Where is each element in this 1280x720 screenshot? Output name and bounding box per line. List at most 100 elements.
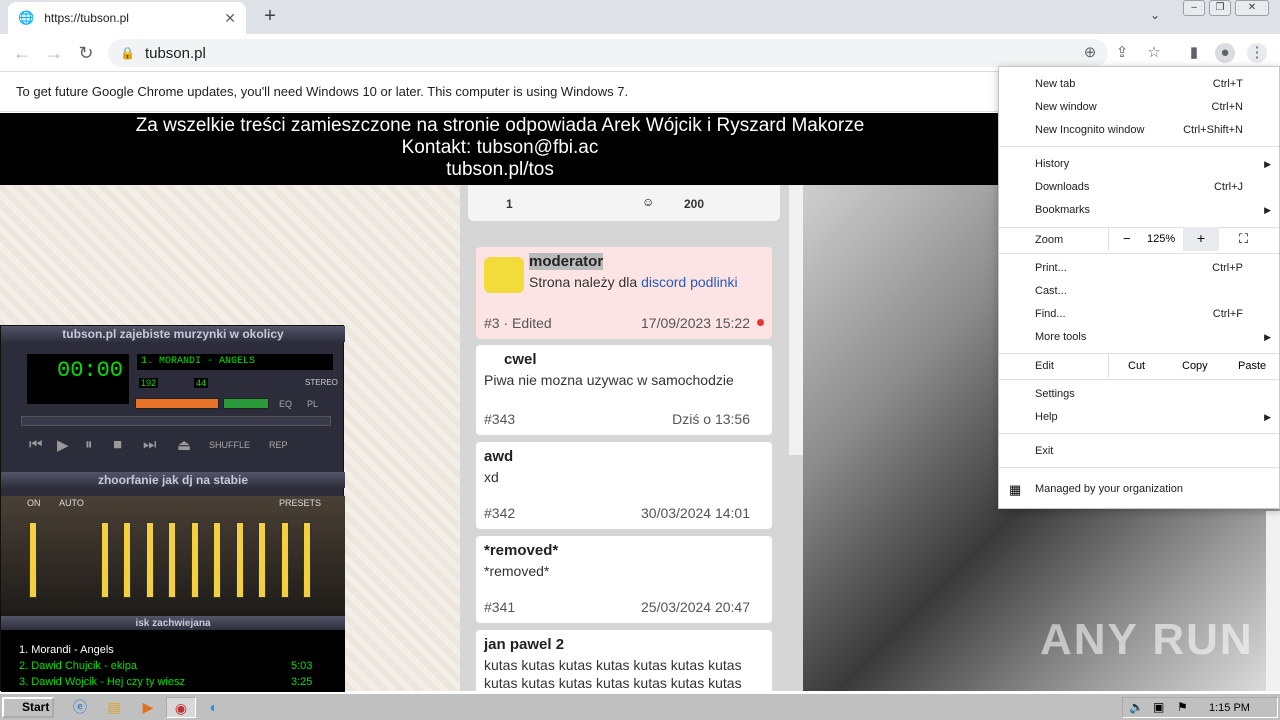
balance-slider[interactable] [223, 398, 269, 409]
post-index: #343 [484, 411, 516, 427]
eject-button[interactable]: ⏏ [177, 436, 191, 454]
post-author[interactable]: awd [484, 448, 513, 465]
post-index: #342 [484, 505, 516, 521]
menu-exit[interactable]: Exit [1035, 445, 1053, 457]
eq-band-slider[interactable] [258, 522, 266, 598]
volume-icon[interactable]: 🔈 [1129, 700, 1144, 714]
prev-button[interactable]: ⏮ [29, 436, 43, 453]
flag-icon[interactable]: ⚑ [1177, 700, 1188, 714]
cut-button[interactable]: Cut [1128, 360, 1145, 372]
menu-edit: Edit [1035, 360, 1054, 372]
zoom-out-button[interactable]: − [1123, 231, 1131, 246]
playlist-item[interactable]: 1. Morandi - Angels [19, 644, 114, 656]
chrome-icon[interactable]: ◉ [166, 697, 196, 718]
copy-button[interactable]: Copy [1182, 360, 1208, 372]
next-button[interactable]: ⏭ [143, 436, 157, 453]
page-scrollbar[interactable] [789, 185, 803, 455]
network-icon[interactable]: ▣ [1153, 700, 1164, 714]
close-window-button[interactable]: ✕ [1235, 0, 1269, 16]
top-card-footer: 1 ☺ 200 [468, 185, 780, 221]
eq-band-slider[interactable] [281, 522, 289, 598]
menu-kebab-icon[interactable]: ⋮ [1247, 43, 1267, 63]
eq-band-slider[interactable] [168, 522, 176, 598]
fullscreen-icon[interactable]: ⛶ [1239, 231, 1248, 247]
avatar [484, 257, 524, 293]
playlist-item-time: 3:25 [291, 676, 313, 688]
eq-toggle[interactable]: EQ [279, 399, 292, 409]
restore-button[interactable]: ❐ [1209, 0, 1231, 16]
eq-band-slider[interactable] [213, 522, 221, 598]
share-icon[interactable]: ⇪ [1112, 43, 1132, 63]
play-button[interactable]: ▶ [57, 436, 69, 454]
shortcut-downloads: Ctrl+J [1213, 181, 1243, 193]
menu-new-window[interactable]: New window [1035, 101, 1097, 113]
stop-button[interactable]: ■ [113, 436, 122, 453]
edge-icon[interactable]: ◐ [202, 697, 226, 718]
tab-strip: 🌐 https://tubson.pl ✕ + ⌄ – ❐ ✕ [0, 0, 1280, 34]
khz-display: 44 [194, 378, 209, 388]
new-tab-button[interactable]: + [258, 5, 282, 29]
eq-band-slider[interactable] [123, 522, 131, 598]
zoom-in-button[interactable]: + [1183, 227, 1219, 251]
post-author[interactable]: moderator [529, 253, 604, 270]
seek-bar[interactable] [21, 416, 331, 426]
menu-bookmarks[interactable]: Bookmarks [1035, 204, 1090, 216]
menu-settings[interactable]: Settings [1035, 388, 1075, 400]
post-author[interactable]: *removed* [484, 542, 558, 559]
preamp-slider[interactable] [29, 522, 37, 598]
menu-cast[interactable]: Cast... [1035, 285, 1067, 297]
playlist-item[interactable]: 2. Dawid Chujcik - ekipa [19, 660, 137, 672]
minimize-button[interactable]: – [1183, 0, 1205, 16]
menu-incognito[interactable]: New Incognito window [1035, 124, 1144, 136]
eq-band-slider[interactable] [146, 522, 154, 598]
back-button[interactable]: ← [9, 40, 35, 66]
eq-band-slider[interactable] [236, 522, 244, 598]
menu-find[interactable]: Find... [1035, 308, 1066, 320]
eq-band-slider[interactable] [101, 522, 109, 598]
submenu-arrow-icon: ▶ [1264, 159, 1271, 169]
menu-history[interactable]: History [1035, 158, 1069, 170]
eq-band-slider[interactable] [191, 522, 199, 598]
reload-button[interactable]: ↻ [73, 40, 99, 66]
post-index: #3 · Edited [484, 315, 552, 331]
chrome-main-menu: New tab Ctrl+T New window Ctrl+N New Inc… [998, 66, 1280, 509]
side-panel-icon[interactable]: ▮ [1184, 43, 1204, 63]
forward-button[interactable]: → [41, 40, 67, 66]
right-scrollbar[interactable] [1266, 511, 1280, 691]
eq-presets-button[interactable]: PRESETS [279, 498, 321, 508]
menu-more-tools[interactable]: More tools [1035, 331, 1086, 343]
bookmark-star-icon[interactable]: ☆ [1144, 43, 1164, 63]
menu-separator [999, 253, 1279, 254]
managed-by-org[interactable]: Managed by your organization [1035, 483, 1183, 495]
address-bar[interactable]: 🔒 tubson.pl [108, 39, 1108, 67]
paste-button[interactable]: Paste [1238, 360, 1266, 372]
repeat-button[interactable]: REP [269, 440, 288, 450]
post-author[interactable]: cwel [504, 351, 537, 368]
tab-search-icon[interactable]: ⌄ [1150, 8, 1160, 22]
pl-toggle[interactable]: PL [307, 399, 318, 409]
shuffle-button[interactable]: SHUFFLE [209, 440, 250, 450]
pause-button[interactable]: ⏸ [85, 436, 93, 453]
media-player-icon[interactable]: ▶ [136, 697, 160, 718]
ie-icon[interactable]: ⓔ [68, 697, 92, 718]
playlist-item[interactable]: 3. Dawid Wojcik - Hej czy ty wiesz [19, 676, 185, 688]
edit-controls: Cut Copy Paste [1108, 354, 1280, 378]
menu-help[interactable]: Help [1035, 411, 1058, 423]
eq-band-slider[interactable] [303, 522, 311, 598]
close-tab-icon[interactable]: ✕ [224, 10, 236, 27]
tab-active[interactable]: 🌐 https://tubson.pl ✕ [8, 2, 246, 34]
post-date: 17/09/2023 15:22 [641, 315, 750, 331]
post-author[interactable]: jan pawel 2 [484, 636, 564, 653]
menu-downloads[interactable]: Downloads [1035, 181, 1089, 193]
discord-link[interactable]: discord podlinki [641, 274, 738, 290]
explorer-icon[interactable]: ▤ [102, 697, 126, 718]
start-button[interactable]: Start [2, 697, 54, 718]
profile-icon[interactable]: ● [1215, 43, 1235, 63]
zoom-icon[interactable]: ⊕ [1080, 43, 1100, 63]
menu-new-tab[interactable]: New tab [1035, 78, 1075, 90]
post-card: jan pawel 2 kutas kutas kutas kutas kuta… [476, 630, 772, 691]
volume-slider[interactable] [135, 398, 219, 409]
menu-print[interactable]: Print... [1035, 262, 1067, 274]
eq-on-button[interactable]: ON [27, 498, 41, 508]
eq-auto-button[interactable]: AUTO [59, 498, 84, 508]
